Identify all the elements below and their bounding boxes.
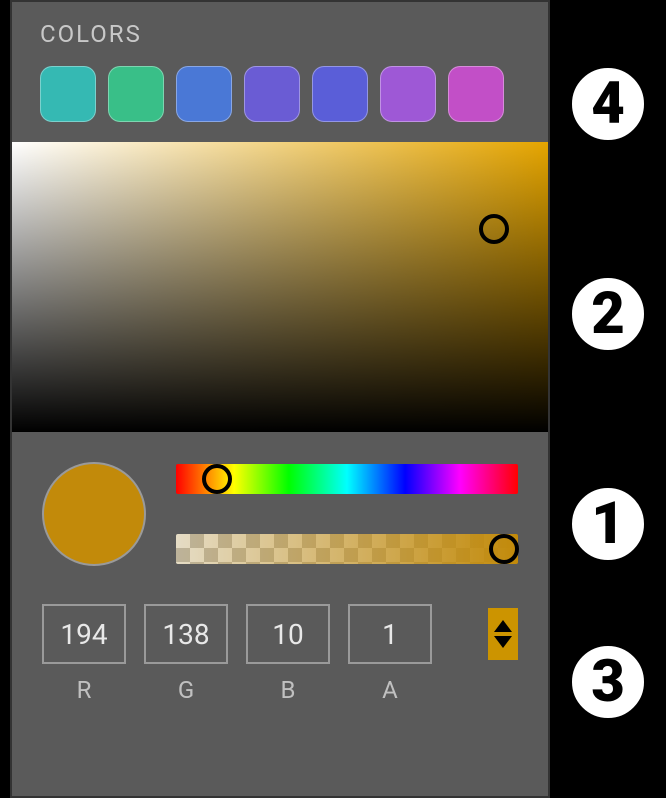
r-label: R — [77, 676, 92, 704]
color-swatch[interactable] — [312, 66, 368, 122]
chevron-down-icon — [494, 636, 512, 648]
input-col-r: R — [42, 604, 126, 704]
saturation-value-area[interactable] — [12, 142, 548, 432]
color-swatch[interactable] — [448, 66, 504, 122]
alpha-slider[interactable] — [176, 534, 518, 564]
b-input[interactable] — [246, 604, 330, 664]
alpha-slider-cursor[interactable] — [489, 534, 519, 564]
callout-3: 3 — [562, 636, 654, 728]
color-swatch[interactable] — [40, 66, 96, 122]
sliders — [176, 460, 518, 564]
mid-section — [12, 432, 548, 574]
color-swatch[interactable] — [380, 66, 436, 122]
swatch-row — [12, 58, 548, 142]
input-col-g: G — [144, 604, 228, 704]
a-label: A — [382, 676, 398, 704]
hue-slider-cursor[interactable] — [202, 464, 232, 494]
chevron-up-icon — [494, 620, 512, 632]
g-label: G — [178, 676, 194, 704]
saturation-value-cursor[interactable] — [479, 214, 509, 244]
r-input[interactable] — [42, 604, 126, 664]
callout-2: 2 — [562, 268, 654, 360]
color-swatch[interactable] — [244, 66, 300, 122]
format-toggle-button[interactable] — [488, 608, 518, 660]
color-picker-panel: COLORS R G — [10, 0, 550, 798]
callout-4: 4 — [562, 58, 654, 150]
panel-header: COLORS — [12, 2, 548, 58]
g-input[interactable] — [144, 604, 228, 664]
panel-title: COLORS — [40, 20, 520, 48]
color-preview — [42, 462, 146, 566]
hue-slider[interactable] — [176, 464, 518, 494]
color-swatch[interactable] — [176, 66, 232, 122]
color-swatch[interactable] — [108, 66, 164, 122]
a-input[interactable] — [348, 604, 432, 664]
rgba-inputs-row: R G B A — [12, 574, 548, 704]
input-col-b: B — [246, 604, 330, 704]
b-label: B — [281, 676, 296, 704]
callout-1: 1 — [562, 478, 654, 570]
input-col-a: A — [348, 604, 432, 704]
